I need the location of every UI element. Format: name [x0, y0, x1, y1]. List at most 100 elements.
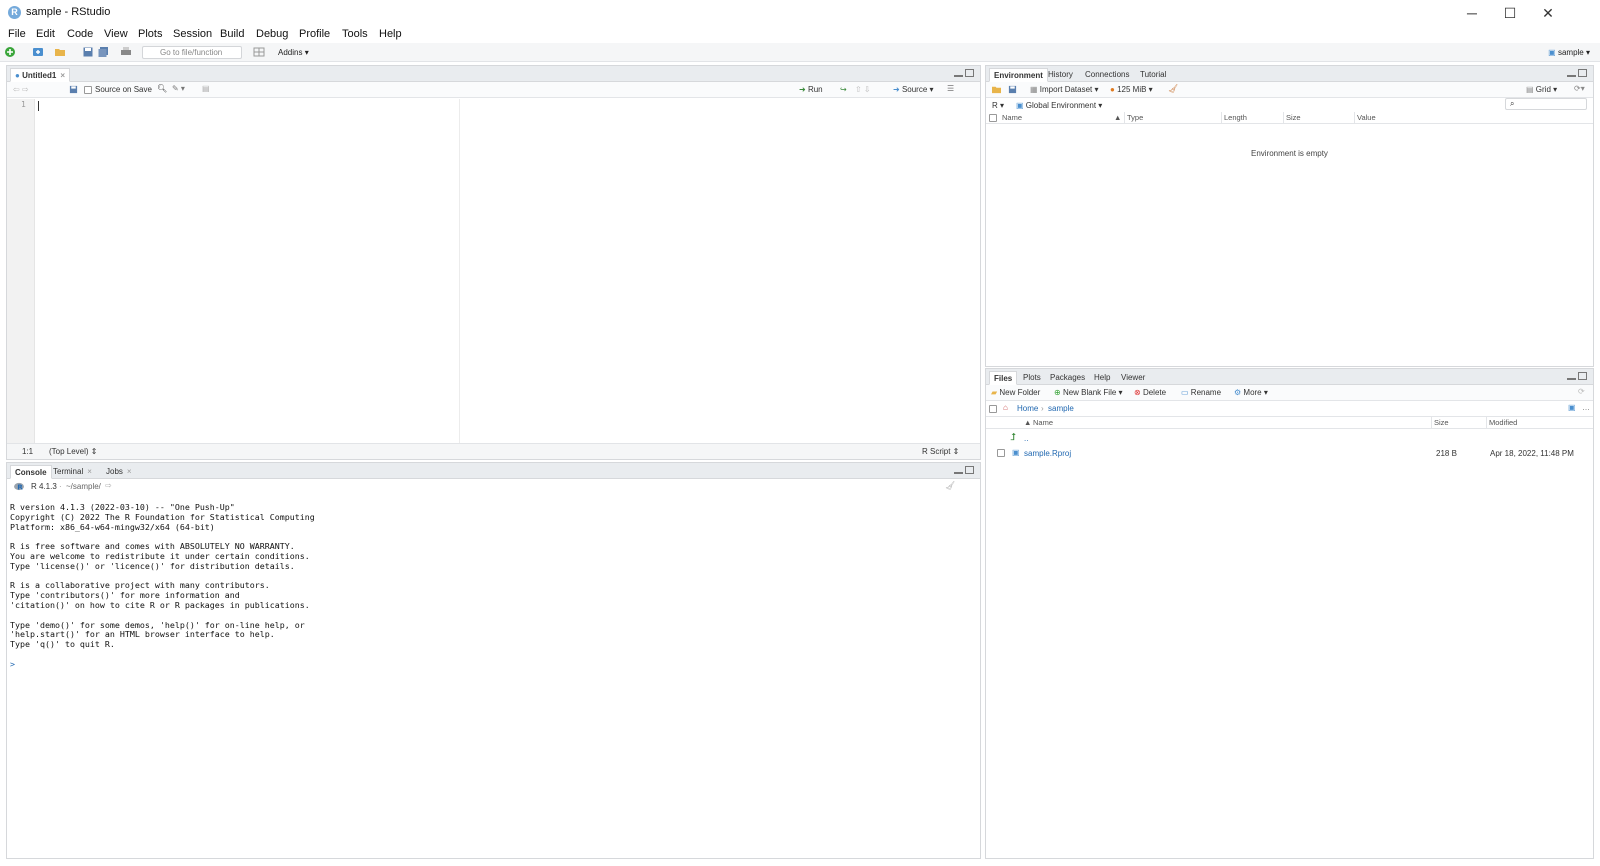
clear-objects-icon[interactable]: 🧹︎ — [1168, 84, 1178, 93]
tab-terminal[interactable]: Terminal × — [49, 465, 96, 479]
column-divider — [1354, 112, 1355, 124]
tab-plots[interactable]: Plots — [1019, 371, 1045, 385]
scope-dropdown[interactable]: ▣ Global Environment ▾ — [1016, 101, 1102, 110]
goto-dir-icon[interactable]: ⇨ — [105, 481, 112, 490]
save-all-icon[interactable] — [98, 46, 110, 58]
menu-profile[interactable]: Profile — [299, 28, 330, 40]
col-value[interactable]: Value — [1357, 113, 1376, 122]
new-project-icon[interactable] — [32, 46, 44, 58]
parent-folder-link[interactable]: .. — [1024, 434, 1028, 443]
project-home-icon[interactable]: ▣ — [1568, 403, 1576, 412]
col-file-name[interactable]: Name — [1033, 418, 1053, 427]
tab-packages[interactable]: Packages — [1046, 371, 1089, 385]
file-type-selector[interactable]: R Script ⇕ — [922, 447, 959, 456]
source-on-save-checkbox[interactable] — [84, 86, 92, 94]
source-button[interactable]: ➜ Source ▾ — [893, 85, 934, 94]
col-file-modified[interactable]: Modified — [1489, 418, 1517, 427]
back-forward-icon[interactable]: ⇦ ⇨ — [13, 85, 29, 94]
save-file-icon[interactable] — [69, 85, 78, 94]
search-icon[interactable]: 🔍︎ — [157, 84, 167, 93]
col-type[interactable]: Type — [1127, 113, 1143, 122]
addins-menu[interactable]: Addins ▾ — [278, 48, 309, 57]
scope-selector[interactable]: (Top Level) ⇕ — [49, 447, 98, 456]
open-file-icon[interactable] — [54, 46, 66, 58]
tab-console[interactable]: Console — [10, 465, 52, 479]
more-button[interactable]: ⚙ More ▾ — [1234, 388, 1268, 397]
view-mode-button[interactable]: ▤ Grid ▾ — [1526, 85, 1557, 94]
menu-tools[interactable]: Tools — [342, 28, 368, 40]
close-button[interactable]: ✕ — [1530, 2, 1566, 24]
import-dataset-button[interactable]: ▦ Import Dataset ▾ — [1030, 85, 1099, 94]
menu-code[interactable]: Code — [67, 28, 93, 40]
menu-help[interactable]: Help — [379, 28, 402, 40]
maximize-button[interactable]: ☐ — [1492, 2, 1528, 24]
working-directory[interactable]: ~/sample/ — [66, 482, 101, 491]
pane-min-max[interactable] — [1565, 69, 1589, 79]
clear-console-icon[interactable]: 🧹︎ — [945, 481, 955, 490]
project-menu[interactable]: ▣ sample ▾ — [1548, 48, 1590, 57]
col-file-size[interactable]: Size — [1434, 418, 1449, 427]
menu-plots[interactable]: Plots — [138, 28, 162, 40]
rename-button[interactable]: ▭ Rename — [1181, 388, 1221, 397]
chunk-nav-icon[interactable]: ⇧ ⇩ — [855, 85, 871, 94]
menu-build[interactable]: Build — [220, 28, 244, 40]
tab-tutorial[interactable]: Tutorial — [1136, 68, 1170, 82]
environment-search-input[interactable]: ⌕ — [1505, 98, 1587, 110]
console-line: Platform: x86_64-w64-mingw32/x64 (64-bit… — [10, 521, 215, 532]
select-all-checkbox[interactable] — [989, 114, 997, 122]
close-tab-icon[interactable]: × — [60, 71, 65, 80]
run-button[interactable]: ➜ Run — [799, 85, 823, 94]
console-output[interactable]: R version 4.1.3 (2022-03-10) -- "One Pus… — [10, 502, 977, 670]
menu-view[interactable]: View — [104, 28, 128, 40]
title-bar: R sample - RStudio ─ ☐ ✕ — [0, 0, 1600, 26]
goto-file-input[interactable]: Go to file/function — [142, 46, 242, 59]
compile-report-icon[interactable]: ▤ — [202, 84, 210, 93]
file-checkbox[interactable] — [997, 449, 1005, 457]
tab-jobs[interactable]: Jobs × — [102, 465, 136, 479]
outline-icon[interactable]: ☰ — [947, 84, 954, 93]
col-size[interactable]: Size — [1286, 113, 1301, 122]
minimize-button[interactable]: ─ — [1454, 2, 1490, 24]
new-blank-file-button[interactable]: ⊕ New Blank File ▾ — [1054, 388, 1123, 397]
refresh-icon[interactable]: ⟳▾ — [1574, 84, 1585, 93]
save-workspace-icon[interactable] — [1008, 85, 1017, 94]
new-folder-button[interactable]: ▰ New Folder — [991, 388, 1040, 397]
memory-usage-button[interactable]: ● 125 MiB ▾ — [1110, 85, 1153, 94]
rerun-icon[interactable]: ↪ — [840, 85, 847, 94]
code-editor[interactable]: 1 — [7, 99, 980, 443]
print-icon[interactable] — [120, 46, 132, 58]
pane-layout-icon[interactable] — [253, 46, 265, 58]
menu-session[interactable]: Session — [173, 28, 212, 40]
tab-connections[interactable]: Connections — [1081, 68, 1133, 82]
tab-untitled1[interactable]: ● Untitled1 × — [10, 68, 70, 82]
pane-min-max[interactable] — [952, 69, 976, 79]
refresh-files-icon[interactable]: ⟳ — [1578, 387, 1585, 396]
delete-button[interactable]: ⊗ Delete — [1134, 388, 1166, 397]
menu-debug[interactable]: Debug — [256, 28, 288, 40]
language-selector[interactable]: R ▾ — [992, 101, 1004, 110]
select-all-files-checkbox[interactable] — [989, 405, 997, 413]
list-item[interactable]: ⮥ .. — [986, 431, 1593, 445]
tab-viewer[interactable]: Viewer — [1117, 371, 1149, 385]
load-workspace-icon[interactable] — [992, 85, 1001, 94]
more-path-icon[interactable]: … — [1582, 403, 1590, 412]
tab-history[interactable]: History — [1044, 68, 1077, 82]
tab-files[interactable]: Files — [989, 371, 1018, 385]
pane-min-max[interactable] — [952, 466, 976, 476]
tab-help[interactable]: Help — [1090, 371, 1114, 385]
import-dataset-label: Import Dataset — [1039, 85, 1093, 94]
breadcrumb-sample[interactable]: sample — [1048, 404, 1074, 413]
save-icon[interactable] — [82, 46, 94, 58]
pane-min-max[interactable] — [1565, 372, 1589, 382]
code-tools-icon[interactable]: ✎ ▾ — [172, 84, 185, 93]
col-length[interactable]: Length — [1224, 113, 1247, 122]
file-name-link[interactable]: sample.Rproj — [1024, 449, 1071, 458]
menu-file[interactable]: File — [8, 28, 26, 40]
new-file-icon[interactable] — [4, 46, 16, 58]
col-name[interactable]: Name — [1002, 113, 1022, 122]
tab-environment[interactable]: Environment — [989, 68, 1048, 82]
home-icon[interactable]: ⌂ — [1003, 403, 1008, 412]
breadcrumb-home[interactable]: Home — [1017, 404, 1038, 413]
menu-edit[interactable]: Edit — [36, 28, 55, 40]
table-row[interactable]: ▣ sample.Rproj 218 B Apr 18, 2022, 11:48… — [986, 446, 1593, 460]
